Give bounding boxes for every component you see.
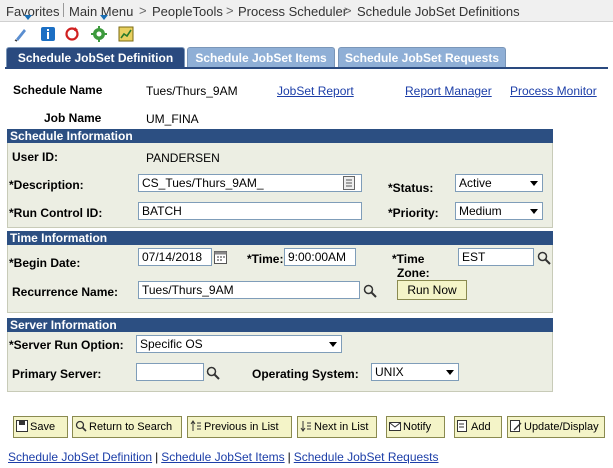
calendar-icon[interactable] [214, 250, 227, 264]
edit-icon[interactable] [13, 26, 29, 42]
info-icon[interactable] [40, 26, 56, 42]
description-input[interactable]: CS_Tues/Thurs_9AM_ [138, 174, 362, 192]
time-zone-label-line1: *Time [392, 252, 425, 266]
schedule-information-header: Schedule Information [7, 129, 553, 143]
add-button[interactable]: Add [454, 416, 502, 438]
update-display-button[interactable]: Update/Display [507, 416, 605, 438]
return-to-search-button[interactable]: Return to Search [72, 416, 182, 438]
search-icon[interactable] [363, 284, 377, 298]
priority-select[interactable]: Medium [455, 202, 543, 220]
time-zone-label-line2: Zone: [397, 266, 430, 280]
tab-schedule-jobset-requests[interactable]: Schedule JobSet Requests [338, 47, 506, 68]
breadcrumb-process-scheduler[interactable]: Process Scheduler [238, 4, 347, 19]
run-control-id-label: *Run Control ID: [9, 206, 103, 220]
refresh-icon[interactable] [64, 26, 80, 42]
breadcrumb-separator: > [139, 3, 147, 18]
jobset-report-link[interactable]: JobSet Report [277, 84, 354, 98]
schedule-name-label: Schedule Name [13, 83, 103, 97]
bottom-link-requests[interactable]: Schedule JobSet Requests [294, 450, 439, 464]
previous-in-list-button[interactable]: Previous in List [187, 416, 292, 438]
time-input[interactable]: 9:00:00AM [284, 248, 356, 266]
begin-date-input[interactable]: 07/14/2018 [138, 248, 212, 266]
tab-underline [5, 67, 608, 69]
bottom-link-items[interactable]: Schedule JobSet Items [161, 450, 284, 464]
chart-icon[interactable] [118, 26, 134, 42]
link-separator: | [287, 450, 291, 464]
link-separator: | [155, 450, 159, 464]
operating-system-label: Operating System: [252, 367, 359, 381]
nav-divider [63, 3, 64, 17]
primary-server-input[interactable] [136, 363, 204, 381]
search-icon [75, 420, 87, 432]
save-button[interactable]: Save [13, 416, 68, 438]
time-label: *Time: [247, 252, 284, 266]
breadcrumb-separator: > [344, 3, 352, 18]
time-zone-input[interactable]: EST [458, 248, 534, 266]
next-in-list-button[interactable]: Next in List [297, 416, 377, 438]
breadcrumb-peopletools[interactable]: PeopleTools [152, 4, 223, 19]
top-navigation-bar: Favorites Main Menu > PeopleTools > Proc… [0, 0, 613, 22]
notify-button[interactable]: Notify [386, 416, 445, 438]
update-icon [510, 420, 522, 432]
run-control-id-input[interactable]: BATCH [138, 202, 362, 220]
save-icon [16, 420, 28, 432]
job-name-value: UM_FINA [146, 112, 199, 126]
recurrence-name-label: Recurrence Name: [12, 285, 119, 299]
user-id-label: User ID: [12, 150, 59, 164]
job-name-label: Job Name [44, 111, 102, 125]
run-now-button[interactable]: Run Now [397, 280, 467, 300]
status-select[interactable]: Active [455, 174, 543, 192]
tab-schedule-jobset-definition[interactable]: Schedule JobSet Definition [6, 47, 185, 68]
notify-icon [389, 422, 401, 431]
process-monitor-link[interactable]: Process Monitor [510, 84, 597, 98]
search-icon[interactable] [206, 366, 220, 380]
description-label: *Description: [9, 178, 84, 192]
user-id-value: PANDERSEN [146, 151, 220, 165]
chevron-down-icon [446, 370, 454, 375]
settings-icon[interactable] [91, 26, 107, 42]
server-run-option-select[interactable]: Specific OS [136, 335, 342, 353]
arrow-down-icon [300, 421, 311, 432]
schedule-name-value: Tues/Thurs_9AM [146, 84, 238, 98]
recurrence-name-input[interactable]: Tues/Thurs_9AM [138, 281, 360, 299]
bottom-page-links: Schedule JobSet Definition | Schedule JobS… [8, 450, 439, 464]
search-icon[interactable] [537, 251, 551, 265]
chevron-down-icon [530, 209, 538, 214]
arrow-up-icon [190, 420, 201, 431]
breadcrumb-separator: > [226, 3, 234, 18]
add-icon [457, 420, 467, 432]
favorites-caret-icon[interactable] [24, 15, 32, 20]
bottom-link-definition[interactable]: Schedule JobSet Definition [8, 450, 152, 464]
description-expand-icon[interactable] [343, 176, 355, 190]
tab-schedule-jobset-items[interactable]: Schedule JobSet Items [187, 47, 335, 68]
chevron-down-icon [329, 342, 337, 347]
primary-server-label: Primary Server: [12, 367, 102, 381]
report-manager-link[interactable]: Report Manager [405, 84, 492, 98]
server-information-header: Server Information [7, 318, 553, 332]
server-run-option-label: *Server Run Option: [9, 338, 124, 352]
status-label: *Status: [388, 181, 434, 195]
breadcrumb-schedule-jobset-definitions[interactable]: Schedule JobSet Definitions [357, 4, 520, 19]
chevron-down-icon [530, 181, 538, 186]
time-information-header: Time Information [7, 231, 553, 245]
begin-date-label: *Begin Date: [9, 256, 81, 270]
operating-system-select[interactable]: UNIX [371, 363, 459, 381]
favorites-menu[interactable]: Favorites [6, 4, 59, 19]
main-menu-caret-icon[interactable] [100, 15, 108, 20]
priority-label: *Priority: [388, 206, 439, 220]
